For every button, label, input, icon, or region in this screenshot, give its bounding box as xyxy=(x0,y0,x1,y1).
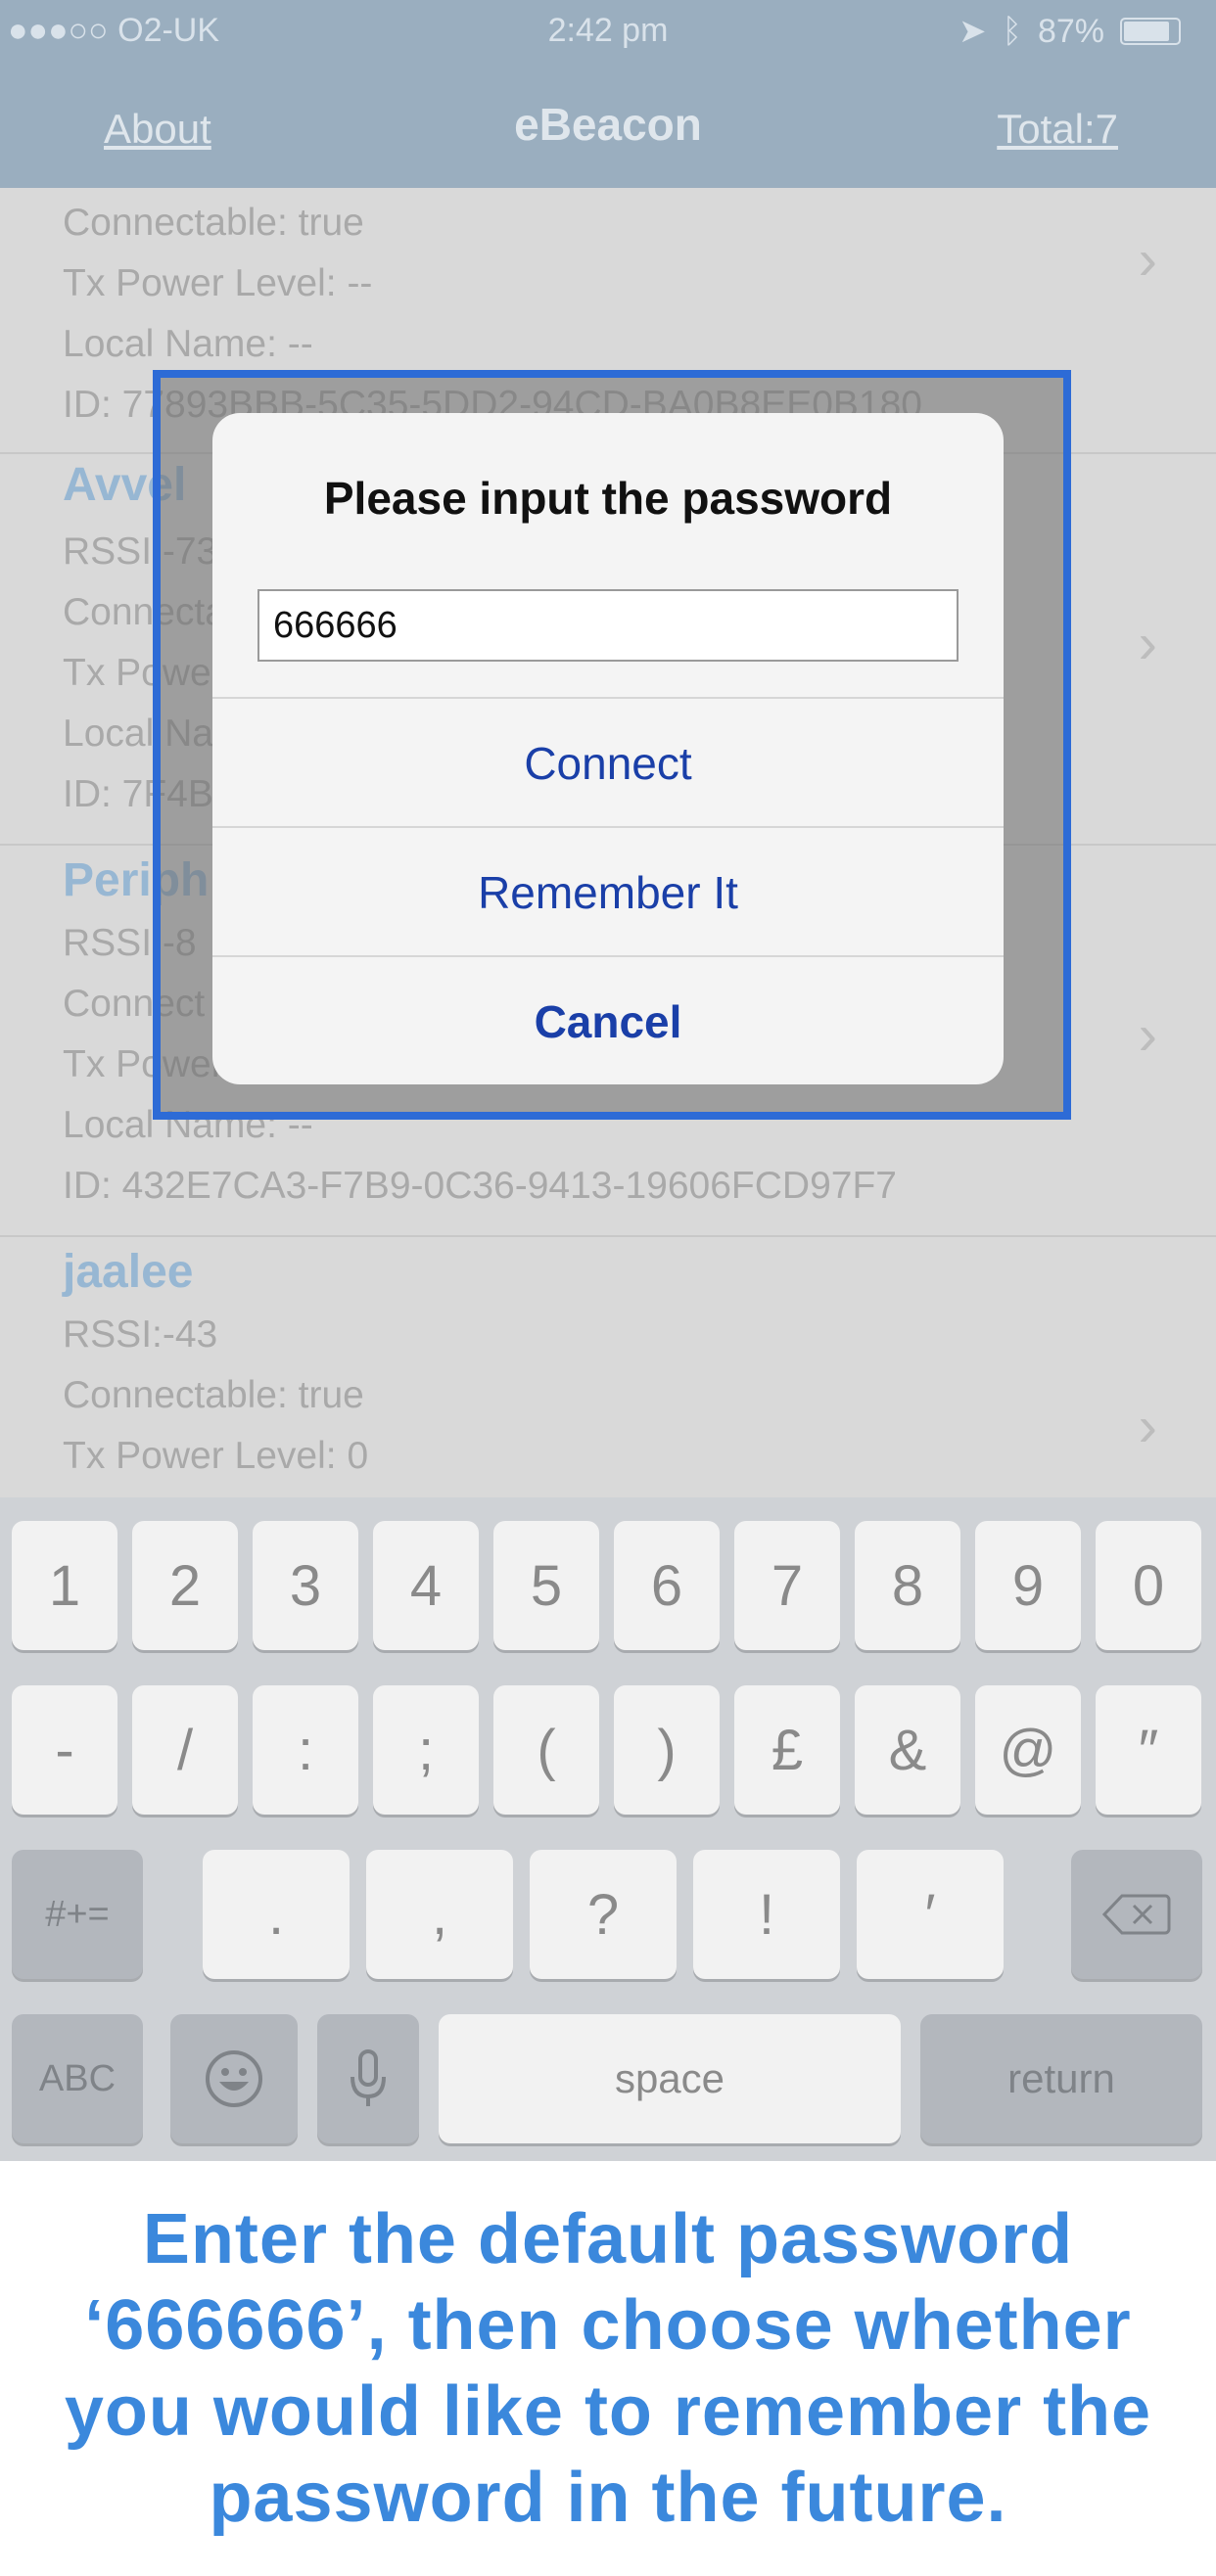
microphone-icon xyxy=(351,2049,386,2106)
nav-bar: About eBeacon Total:7 xyxy=(0,88,1216,166)
key-0[interactable]: 0 xyxy=(1096,1521,1201,1650)
status-right: ➤ ᛒ 87% xyxy=(959,12,1181,51)
key-5[interactable]: 5 xyxy=(493,1521,599,1650)
bluetooth-icon: ᛒ xyxy=(1002,12,1022,50)
device-name: jaalee xyxy=(63,1246,194,1298)
backspace-icon xyxy=(1102,1894,1171,1935)
key-question[interactable]: ? xyxy=(530,1850,677,1979)
symbols-toggle-key[interactable]: #+= xyxy=(12,1850,143,1979)
key-apostrophe[interactable]: ′ xyxy=(857,1850,1004,1979)
battery-percent: 87% xyxy=(1037,12,1104,50)
password-input[interactable] xyxy=(257,589,959,662)
location-icon: ➤ xyxy=(959,13,987,50)
key-open-paren[interactable]: ( xyxy=(493,1685,599,1815)
key-semicolon[interactable]: ; xyxy=(373,1685,479,1815)
chevron-right-icon: › xyxy=(1138,228,1157,292)
local-name-label: Local Name: -- xyxy=(63,323,313,365)
caption-text: Enter the default password ‘666666’, the… xyxy=(64,2200,1152,2537)
keyboard: 1 2 3 4 5 6 7 8 9 0 - / : ; ( ) £ & @ ″ … xyxy=(0,1497,1216,2161)
chevron-right-icon: › xyxy=(1138,1003,1157,1067)
key-comma[interactable]: , xyxy=(366,1850,513,1979)
status-bar: ●●●○○ O2-UK 2:42 pm ➤ ᛒ 87% xyxy=(0,0,1216,61)
emoji-icon xyxy=(206,2050,262,2107)
abc-key[interactable]: ABC xyxy=(12,2014,143,2143)
rssi-label: RSSI:-43 xyxy=(63,1313,218,1356)
total-link[interactable]: Total:7 xyxy=(997,106,1118,153)
key-hyphen[interactable]: - xyxy=(12,1685,117,1815)
key-7[interactable]: 7 xyxy=(734,1521,840,1650)
connectable-label: Connectable: true xyxy=(63,1374,364,1416)
connect-button[interactable]: Connect xyxy=(212,697,1004,828)
chevron-right-icon: › xyxy=(1138,612,1157,675)
key-1[interactable]: 1 xyxy=(12,1521,117,1650)
tx-power-label: Tx Power Level: -- xyxy=(63,262,373,304)
key-quote[interactable]: ″ xyxy=(1096,1685,1201,1815)
space-key[interactable]: space xyxy=(439,2014,901,2143)
return-key[interactable]: return xyxy=(920,2014,1202,2143)
key-period[interactable]: . xyxy=(203,1850,350,1979)
list-item[interactable]: jaalee RSSI:-43 Connectable: true Tx Pow… xyxy=(0,1237,1216,1497)
password-dialog: Please input the password Connect Rememb… xyxy=(212,413,1004,1084)
device-id-label: ID: 432E7CA3-F7B9-0C36-9413-19606FCD97F7 xyxy=(63,1165,897,1207)
key-6[interactable]: 6 xyxy=(614,1521,720,1650)
key-exclamation[interactable]: ! xyxy=(693,1850,840,1979)
key-colon[interactable]: : xyxy=(253,1685,358,1815)
key-3[interactable]: 3 xyxy=(253,1521,358,1650)
connectable-label: Connectable: true xyxy=(63,202,364,244)
backspace-key[interactable] xyxy=(1071,1850,1202,1979)
emoji-key[interactable] xyxy=(170,2014,298,2143)
key-pound[interactable]: £ xyxy=(734,1685,840,1815)
dialog-title: Please input the password xyxy=(323,473,893,524)
key-4[interactable]: 4 xyxy=(373,1521,479,1650)
remember-button[interactable]: Remember It xyxy=(212,826,1004,957)
top-bar: ●●●○○ O2-UK 2:42 pm ➤ ᛒ 87% About eBeaco… xyxy=(0,0,1216,188)
chevron-right-icon: › xyxy=(1138,1395,1157,1458)
key-at[interactable]: @ xyxy=(975,1685,1081,1815)
tx-power-label: Tx Power Level: 0 xyxy=(63,1435,369,1477)
key-9[interactable]: 9 xyxy=(975,1521,1081,1650)
microphone-key[interactable] xyxy=(317,2014,419,2143)
key-2[interactable]: 2 xyxy=(132,1521,238,1650)
instruction-caption: Enter the default password ‘666666’, the… xyxy=(0,2161,1216,2576)
cancel-button[interactable]: Cancel xyxy=(212,955,1004,1084)
key-ampersand[interactable]: & xyxy=(855,1685,960,1815)
key-slash[interactable]: / xyxy=(132,1685,238,1815)
battery-icon xyxy=(1120,18,1181,45)
key-8[interactable]: 8 xyxy=(855,1521,960,1650)
key-close-paren[interactable]: ) xyxy=(614,1685,720,1815)
